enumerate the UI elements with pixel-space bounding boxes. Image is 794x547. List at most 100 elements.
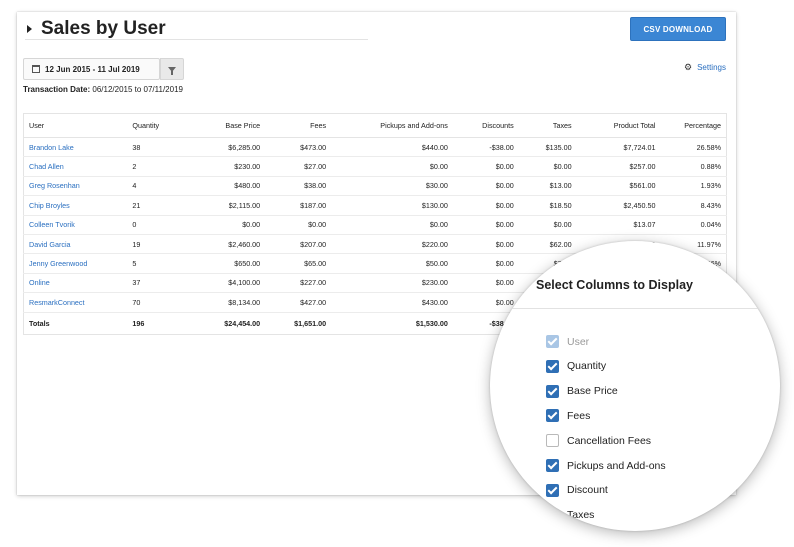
checkbox	[546, 335, 559, 348]
table-cell: 0	[127, 215, 192, 235]
table-row: Chip Broyles 21 $2,115.00 $187.00 $130.00 $0.…	[23, 195, 727, 216]
table-cell: 21	[127, 195, 192, 216]
table-cell: $0.00	[452, 176, 519, 197]
table-cell: $0.00	[265, 215, 332, 235]
transaction-date-label: Transaction Date:	[23, 85, 91, 94]
table-cell: $0.00	[452, 292, 519, 313]
filter-icon	[168, 66, 176, 75]
totals-cell: 196	[132, 318, 145, 328]
table-cell: $220.00	[331, 234, 453, 255]
column-header[interactable]: Fees	[265, 113, 332, 138]
checkbox[interactable]	[546, 459, 559, 472]
totals-cell: $1,530.00	[415, 318, 448, 328]
table-cell: $0.00	[452, 273, 519, 294]
checkbox[interactable]	[546, 483, 559, 497]
table-cell: $0.00	[331, 215, 453, 235]
user-link[interactable]: Colleen Tvorik	[23, 215, 128, 235]
gear-icon: ⚙	[684, 62, 693, 72]
table-cell: $440.00	[331, 137, 453, 158]
table-cell: $135.00	[518, 137, 577, 158]
column-header[interactable]: User	[23, 113, 128, 138]
table-cell: $480.00	[191, 176, 266, 197]
transaction-date-value: 06/12/2015 to 07/11/2019	[92, 85, 183, 94]
table-cell: $430.00	[331, 292, 453, 313]
table-header-row: User Quantity Base Price Fees Pickups an…	[23, 113, 727, 138]
caret-right-icon[interactable]	[27, 25, 32, 33]
table-cell: $2,450.50	[576, 195, 661, 216]
user-link[interactable]: Brandon Lake	[23, 137, 128, 158]
table-cell: 37	[127, 273, 192, 294]
column-header[interactable]: Quantity	[127, 113, 192, 138]
table-cell: $207.00	[265, 234, 332, 255]
table-cell: $0.00	[452, 195, 519, 216]
table-cell: $130.00	[331, 195, 453, 216]
table-cell: 70	[127, 292, 192, 313]
table-row: Colleen Tvorik 0 $0.00 $0.00 $0.00 $0.00 $0.00…	[23, 215, 727, 235]
table-cell: $2,115.00	[191, 195, 266, 216]
column-header[interactable]: Base Price	[191, 113, 266, 138]
user-link[interactable]: Chad Allen	[23, 156, 128, 177]
checkbox[interactable]	[546, 508, 559, 522]
user-link[interactable]: Jenny Greenwood	[23, 253, 128, 274]
column-picker-magnifier: Select Columns to Display User Quantity Ba…	[490, 241, 780, 531]
title-divider	[25, 39, 368, 40]
table-cell: 5	[127, 253, 192, 274]
table-row: Brandon Lake 38 $6,285.00 $473.00 $440.00 -$3…	[23, 137, 727, 158]
table-cell: $0.00	[452, 234, 519, 255]
column-option[interactable]: Pickups and Add-ons	[546, 459, 666, 472]
column-option-label: Pickups and Add-ons	[567, 459, 666, 472]
table-cell: $0.00	[191, 215, 266, 235]
user-link[interactable]: Greg Rosenhan	[23, 176, 128, 197]
checkbox[interactable]	[546, 359, 559, 373]
table-cell: $6,285.00	[191, 137, 266, 158]
column-option[interactable]: Discount	[546, 483, 608, 497]
table-cell: $50.00	[331, 253, 453, 274]
table-cell: $0.00	[518, 215, 577, 235]
calendar-icon	[32, 65, 40, 73]
user-link[interactable]: David Garcia	[23, 234, 128, 255]
table-cell: 38	[127, 137, 192, 158]
date-range-picker[interactable]: 12 Jun 2015 - 11 Jul 2019	[23, 58, 160, 80]
user-link[interactable]: ResmarkConnect	[23, 292, 128, 313]
user-link[interactable]: Chip Broyles	[23, 195, 128, 216]
column-header[interactable]: Discounts	[452, 113, 519, 138]
table-cell: $62.00	[518, 234, 577, 255]
column-option[interactable]: Fees	[546, 409, 590, 423]
column-option-label: Cancellation Fees	[567, 434, 652, 447]
table-cell: $0.00	[331, 156, 453, 177]
column-header[interactable]: Percentage	[660, 113, 727, 138]
column-option[interactable]: Base Price	[546, 384, 618, 398]
table-cell: $227.00	[265, 273, 332, 294]
table-cell: $27.00	[265, 156, 332, 177]
table-cell: $0.00	[452, 215, 519, 235]
table-cell: $0.00	[452, 253, 519, 274]
column-option[interactable]: Taxes	[546, 508, 595, 522]
checkbox[interactable]	[546, 434, 559, 448]
table-cell: $230.00	[191, 156, 266, 177]
settings-link[interactable]: ⚙ Settings	[684, 62, 726, 73]
table-cell: 8.43%	[660, 195, 727, 216]
table-row: Greg Rosenhan 4 $480.00 $38.00 $30.00 $0.00 $1…	[23, 176, 727, 197]
table-cell: 2	[127, 156, 192, 177]
table-cell: 26.58%	[660, 137, 727, 158]
table-row: Chad Allen 2 $230.00 $27.00 $0.00 $0.00 $0.00 $…	[23, 156, 727, 177]
table-cell: $473.00	[265, 137, 332, 158]
column-header[interactable]: Pickups and Add-ons	[331, 113, 453, 138]
column-header[interactable]: Taxes	[518, 113, 577, 138]
checkbox[interactable]	[546, 384, 559, 398]
user-link[interactable]: Online	[23, 273, 128, 294]
checkbox[interactable]	[546, 409, 559, 423]
settings-label: Settings	[697, 63, 726, 72]
column-option-label: Taxes	[567, 509, 595, 522]
table-cell: $7,724.01	[576, 137, 661, 158]
column-picker-divider	[490, 308, 780, 309]
csv-download-button[interactable]: CSV DOWNLOAD	[630, 17, 726, 41]
table-cell: $13.07	[576, 215, 661, 235]
table-cell: $13.00	[518, 176, 577, 197]
column-option[interactable]: Quantity	[546, 359, 606, 373]
column-header[interactable]: Product Total	[576, 113, 661, 138]
filter-button[interactable]	[160, 58, 184, 80]
table-cell: 19	[127, 234, 192, 255]
table-cell: $38.00	[265, 176, 332, 197]
column-option[interactable]: Cancellation Fees	[546, 434, 652, 448]
